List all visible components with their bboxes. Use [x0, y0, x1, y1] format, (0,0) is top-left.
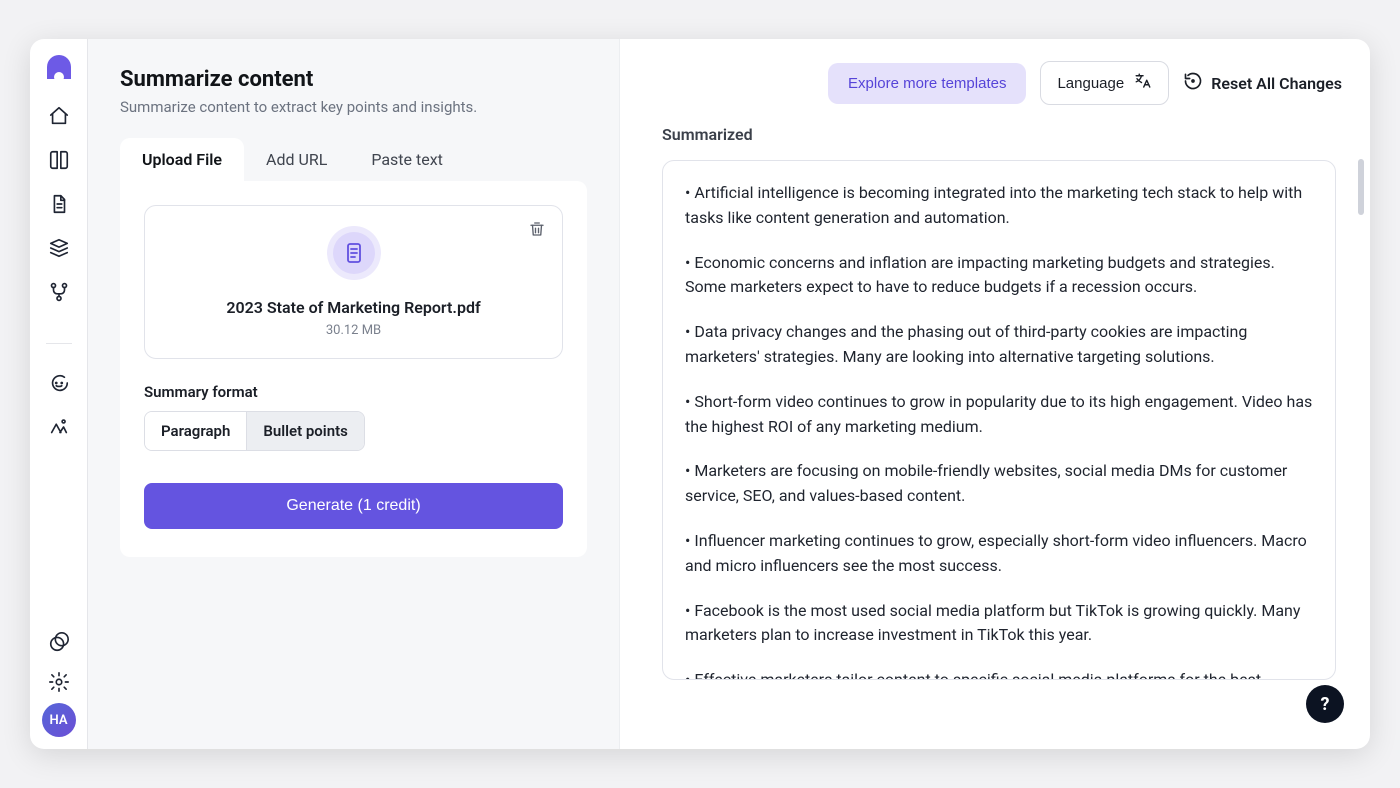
- sidebar-nav: [46, 105, 72, 438]
- summary-bullet: • Short-form video continues to grow in …: [685, 390, 1313, 440]
- summary-format-toggle: Paragraph Bullet points: [144, 411, 365, 451]
- chat-icon[interactable]: [48, 372, 70, 394]
- page-title: Summarize content: [120, 67, 587, 92]
- delete-file-button[interactable]: [528, 220, 546, 242]
- help-button[interactable]: ?: [1306, 685, 1344, 723]
- output-heading: Summarized: [662, 125, 1336, 144]
- top-actions: Explore more templates Language Reset Al…: [648, 61, 1342, 105]
- settings-icon[interactable]: [48, 671, 70, 693]
- tokens-icon[interactable]: [48, 631, 70, 653]
- tab-paste-text[interactable]: Paste text: [349, 138, 465, 181]
- summary-bullet: • Influencer marketing continues to grow…: [685, 529, 1313, 579]
- reset-label: Reset All Changes: [1211, 74, 1342, 93]
- output-area: Summarized • Artificial intelligence is …: [648, 125, 1342, 749]
- right-pane: Explore more templates Language Reset Al…: [620, 39, 1370, 749]
- generate-button[interactable]: Generate (1 credit): [144, 483, 563, 529]
- translate-icon: [1134, 72, 1152, 94]
- page-subtitle: Summarize content to extract key points …: [120, 98, 587, 116]
- tab-upload-file[interactable]: Upload File: [120, 138, 244, 181]
- summary-bullet: • Marketers are focusing on mobile-frien…: [685, 459, 1313, 509]
- reset-icon: [1183, 71, 1203, 95]
- app-logo[interactable]: [47, 55, 71, 79]
- home-icon[interactable]: [48, 105, 70, 127]
- left-pane: Summarize content Summarize content to e…: [88, 39, 620, 749]
- format-bullet-points[interactable]: Bullet points: [246, 412, 363, 450]
- library-icon[interactable]: [48, 149, 70, 171]
- file-size: 30.12 MB: [326, 323, 381, 338]
- stack-icon[interactable]: [48, 237, 70, 259]
- tab-add-url[interactable]: Add URL: [244, 138, 349, 181]
- input-card: 2023 State of Marketing Report.pdf 30.12…: [120, 181, 587, 557]
- summary-bullet: • Data privacy changes and the phasing o…: [685, 320, 1313, 370]
- language-button[interactable]: Language: [1040, 61, 1169, 105]
- branch-icon[interactable]: [48, 281, 70, 303]
- reset-all-button[interactable]: Reset All Changes: [1183, 71, 1342, 95]
- summary-bullet: • Economic concerns and inflation are im…: [685, 251, 1313, 301]
- document-icon[interactable]: [48, 193, 70, 215]
- language-label: Language: [1057, 75, 1124, 92]
- file-type-icon: [327, 226, 381, 280]
- summary-bullet: • Artificial intelligence is becoming in…: [685, 181, 1313, 231]
- sidebar: HA: [30, 39, 88, 749]
- image-icon[interactable]: [48, 416, 70, 438]
- main: Summarize content Summarize content to e…: [88, 39, 1370, 749]
- summary-output[interactable]: • Artificial intelligence is becoming in…: [662, 160, 1336, 680]
- summary-bullet: • Effective marketers tailor content to …: [685, 668, 1313, 680]
- format-paragraph[interactable]: Paragraph: [145, 412, 246, 450]
- scrollbar-thumb[interactable]: [1358, 159, 1364, 215]
- avatar[interactable]: HA: [42, 703, 76, 737]
- sidebar-divider: [46, 343, 72, 344]
- summary-format-label: Summary format: [144, 383, 563, 401]
- summary-bullet: • Facebook is the most used social media…: [685, 599, 1313, 649]
- uploaded-file: 2023 State of Marketing Report.pdf 30.12…: [144, 205, 563, 359]
- file-name: 2023 State of Marketing Report.pdf: [226, 298, 480, 317]
- input-tabs: Upload File Add URL Paste text: [120, 138, 587, 181]
- explore-templates-button[interactable]: Explore more templates: [828, 63, 1026, 104]
- app-frame: HA Summarize content Summarize content t…: [30, 39, 1370, 749]
